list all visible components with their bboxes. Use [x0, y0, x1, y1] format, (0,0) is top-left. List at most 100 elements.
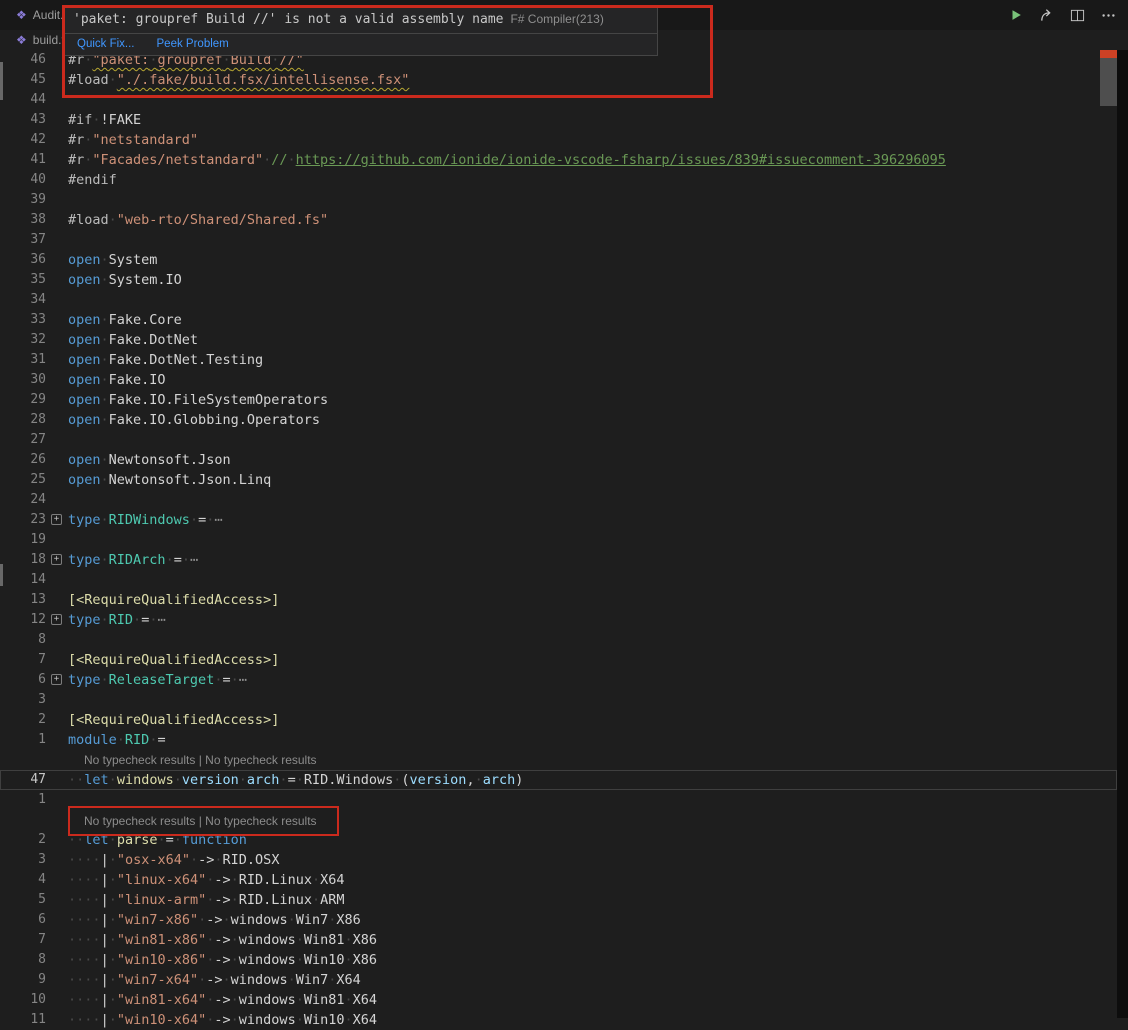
fold-expand-icon[interactable]: + — [51, 554, 62, 565]
code-line-content[interactable]: open·Fake.DotNet — [66, 330, 1117, 350]
code-line: 41 #r·"Facades/netstandard"·//·https://gi… — [0, 150, 1117, 170]
code-line-content[interactable]: type·RIDWindows·=·⋯ — [66, 510, 1117, 530]
line-number: 47 — [30, 772, 46, 787]
code-line-content[interactable]: type·ReleaseTarget·=·⋯ — [66, 670, 1117, 690]
code-line: 7 ····|·"win81-x86"·->·windows·Win81·X86 — [0, 930, 1117, 950]
scrollbar-thumb[interactable] — [1100, 58, 1117, 106]
tab-secondary[interactable]: ❖ build.f — [16, 33, 65, 47]
code-line: 43 #if·!FAKE — [0, 110, 1117, 130]
code-line-content[interactable] — [66, 570, 1117, 590]
code-line-content[interactable]: [<RequireQualifiedAccess>] — [66, 590, 1117, 610]
split-editor-icon[interactable] — [1070, 8, 1085, 23]
code-line-content[interactable]: #if·!FAKE — [66, 110, 1117, 130]
line-number: 44 — [30, 92, 46, 107]
codelens-text-annotated[interactable]: No typecheck results | No typecheck resu… — [68, 806, 339, 836]
code-line-content[interactable]: [<RequireQualifiedAccess>] — [66, 650, 1117, 670]
code-line-content[interactable] — [66, 90, 1117, 110]
code-line-content[interactable] — [66, 530, 1117, 550]
code-line-content[interactable]: #r·"netstandard" — [66, 130, 1117, 150]
code-line: 40 #endif — [0, 170, 1117, 190]
code-line-content[interactable]: open·Fake.IO.FileSystemOperators — [66, 390, 1117, 410]
line-number: 34 — [30, 292, 46, 307]
code-line-content[interactable]: ····|·"win10-x86"·->·windows·Win10·X86 — [66, 950, 1117, 970]
code-line-content[interactable] — [66, 430, 1117, 450]
fold-gutter — [46, 390, 66, 410]
share-icon[interactable] — [1039, 8, 1054, 23]
code-line-content[interactable]: module·RID·= — [66, 730, 1117, 750]
code-line-content[interactable]: open·Newtonsoft.Json.Linq — [66, 470, 1117, 490]
code-line: 9 ····|·"win7-x64"·->·windows·Win7·X64 — [0, 970, 1117, 990]
codelens-content: No typecheck results | No typecheck resu… — [66, 750, 1117, 770]
fold-expand-icon[interactable]: + — [51, 674, 62, 685]
code-line: 29 open·Fake.IO.FileSystemOperators — [0, 390, 1117, 410]
codelens-text[interactable]: No typecheck results | No typecheck resu… — [84, 753, 317, 767]
code-line-content[interactable]: type·RIDArch·=·⋯ — [66, 550, 1117, 570]
code-line-content[interactable] — [66, 290, 1117, 310]
line-number: 23 — [30, 512, 46, 527]
line-number: 2 — [38, 712, 46, 727]
peek-problem-link[interactable]: Peek Problem — [157, 38, 229, 50]
code-line: 14 — [0, 570, 1117, 590]
codelens-row: No typecheck results | No typecheck resu… — [0, 750, 1117, 770]
fold-expand-icon[interactable]: + — [51, 614, 62, 625]
code-line-content[interactable]: #r·"Facades/netstandard"·//·https://gith… — [66, 150, 1117, 170]
code-line: 8 — [0, 630, 1117, 650]
line-number: 28 — [30, 412, 46, 427]
more-actions-icon[interactable] — [1101, 8, 1116, 23]
code-line-content[interactable]: open·Fake.IO.Globbing.Operators — [66, 410, 1117, 430]
code-line-content[interactable]: open·System.IO — [66, 270, 1117, 290]
code-line: 42 #r·"netstandard" — [0, 130, 1117, 150]
fold-gutter — [46, 970, 66, 990]
code-line-content[interactable]: ··let·windows·version·arch·=·RID.Windows… — [66, 770, 1117, 790]
code-line-content[interactable]: ····|·"osx-x64"·->·RID.OSX — [66, 850, 1117, 870]
line-number: 30 — [30, 372, 46, 387]
code-line-content[interactable]: ····|·"win10-x64"·->·windows·Win10·X64 — [66, 1010, 1117, 1030]
fold-gutter — [46, 270, 66, 290]
code-line: 25 open·Newtonsoft.Json.Linq — [0, 470, 1117, 490]
code-line-content[interactable]: ····|·"linux-arm"·->·RID.Linux·ARM — [66, 890, 1117, 910]
code-line-content[interactable]: ····|·"win81-x64"·->·windows·Win81·X64 — [66, 990, 1117, 1010]
run-icon[interactable] — [1009, 8, 1023, 22]
code-line-content[interactable]: [<RequireQualifiedAccess>] — [66, 710, 1117, 730]
fold-gutter — [46, 410, 66, 430]
code-line-content[interactable]: ····|·"win81-x86"·->·windows·Win81·X86 — [66, 930, 1117, 950]
code-line-content[interactable] — [66, 490, 1117, 510]
code-line-content[interactable] — [66, 690, 1117, 710]
code-line-content[interactable]: open·System — [66, 250, 1117, 270]
code-line: 3 — [0, 690, 1117, 710]
code-line-content[interactable]: #load·"./.fake/build.fsx/intellisense.fs… — [66, 70, 1117, 90]
code-line-content[interactable]: open·Fake.IO — [66, 370, 1117, 390]
code-line: 45 #load·"./.fake/build.fsx/intellisense.… — [0, 70, 1117, 90]
line-number: 31 — [30, 352, 46, 367]
code-line-content[interactable]: open·Newtonsoft.Json — [66, 450, 1117, 470]
code-line-content[interactable] — [66, 630, 1117, 650]
code-line-content[interactable]: ····|·"win7-x86"·->·windows·Win7·X86 — [66, 910, 1117, 930]
fold-expand-icon[interactable]: + — [51, 514, 62, 525]
codelens-content: No typecheck results | No typecheck resu… — [66, 806, 1117, 836]
line-number — [0, 810, 46, 830]
code-line-content[interactable]: open·Fake.Core — [66, 310, 1117, 330]
code-line: 3 ····|·"osx-x64"·->·RID.OSX — [0, 850, 1117, 870]
fold-gutter — [46, 110, 66, 130]
code-line: 11 ····|·"win10-x64"·->·windows·Win10·X64 — [0, 1010, 1117, 1030]
code-line-content[interactable]: ····|·"linux-x64"·->·RID.Linux·X64 — [66, 870, 1117, 890]
fold-gutter — [46, 750, 66, 770]
line-number: 8 — [38, 952, 46, 967]
fold-gutter — [46, 230, 66, 250]
code-line-content[interactable]: #endif — [66, 170, 1117, 190]
fold-gutter — [46, 350, 66, 370]
line-number: 1 — [38, 732, 46, 747]
gutter-decoration — [0, 564, 3, 586]
code-line-content[interactable]: open·Fake.DotNet.Testing — [66, 350, 1117, 370]
code-line-content[interactable]: type·RID·=·⋯ — [66, 610, 1117, 630]
code-line: 31 open·Fake.DotNet.Testing — [0, 350, 1117, 370]
fold-gutter — [46, 470, 66, 490]
line-number: 32 — [30, 332, 46, 347]
code-line: 6 ····|·"win7-x86"·->·windows·Win7·X86 — [0, 910, 1117, 930]
code-line-content[interactable] — [66, 190, 1117, 210]
code-line: 36 open·System — [0, 250, 1117, 270]
code-line-content[interactable]: #load·"web-rto/Shared/Shared.fs" — [66, 210, 1117, 230]
quick-fix-link[interactable]: Quick Fix... — [77, 38, 135, 50]
code-line-content[interactable]: ····|·"win7-x64"·->·windows·Win7·X64 — [66, 970, 1117, 990]
code-line-content[interactable] — [66, 230, 1117, 250]
